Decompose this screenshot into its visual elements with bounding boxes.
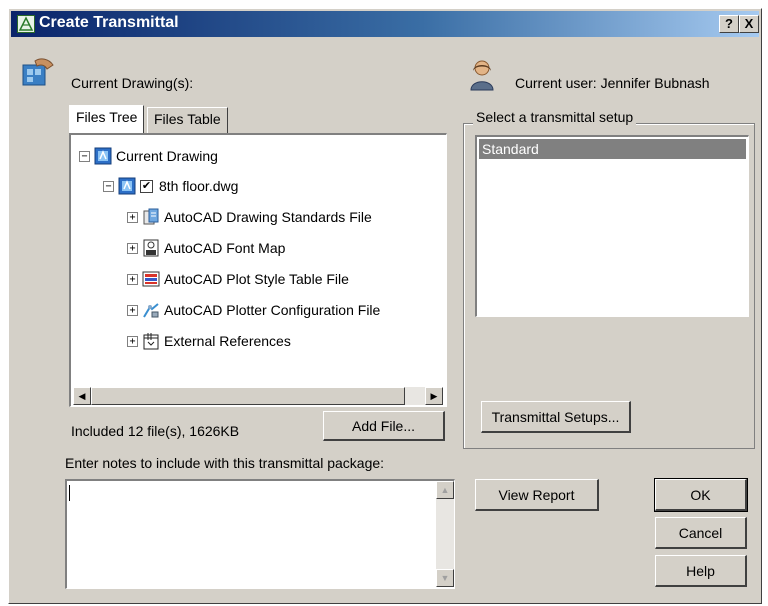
expand-icon[interactable]: + (127, 304, 138, 316)
collapse-icon[interactable]: − (103, 180, 114, 192)
tree-item-plotter-config[interactable]: + AutoCAD Plotter Configuration File (127, 299, 380, 321)
help-button[interactable]: Help (655, 555, 747, 587)
close-title-button[interactable]: X (739, 15, 759, 33)
tab-files-table[interactable]: Files Table (147, 107, 228, 133)
tree-item-current-drawing[interactable]: − Current Drawing (79, 145, 218, 167)
tree-label: External References (164, 333, 291, 349)
notes-vertical-scrollbar[interactable]: ▲ ▼ (436, 481, 454, 587)
scroll-thumb[interactable] (91, 387, 405, 405)
tree-label: 8th floor.dwg (159, 178, 239, 194)
scroll-up-arrow-icon[interactable]: ▲ (436, 481, 454, 499)
title-bar[interactable]: Create Transmittal ? X (11, 11, 759, 37)
window-title: Create Transmittal (39, 14, 179, 31)
font-map-icon (143, 239, 159, 257)
tree-label: AutoCAD Plot Style Table File (164, 271, 349, 287)
expand-icon[interactable]: + (127, 273, 138, 285)
files-tree-panel[interactable]: − Current Drawing − ✔ 8th floor.dwg + Au… (69, 133, 447, 407)
tree-item-drawing-standards[interactable]: + AutoCAD Drawing Standards File (127, 206, 372, 228)
add-file-button[interactable]: Add File... (323, 411, 445, 441)
tree-label: AutoCAD Drawing Standards File (164, 209, 372, 225)
expand-icon[interactable]: + (127, 335, 138, 347)
scroll-left-arrow-icon[interactable]: ◀ (73, 387, 91, 405)
include-checkbox[interactable]: ✔ (140, 179, 153, 193)
setup-list-item-standard[interactable]: Standard (479, 139, 746, 159)
dwg-file-icon (118, 177, 136, 195)
expand-icon[interactable]: + (127, 242, 138, 254)
tree-label: Current Drawing (116, 148, 218, 164)
tree-item-external-references[interactable]: + External References (127, 330, 291, 352)
standards-file-icon (143, 208, 159, 225)
tree-label: AutoCAD Plotter Configuration File (164, 302, 381, 318)
help-title-button[interactable]: ? (719, 15, 739, 33)
notes-textarea[interactable]: ▲ ▼ (65, 479, 455, 589)
current-user-label: Current user: Jennifer Bubnash (515, 75, 710, 91)
cancel-button[interactable]: Cancel (655, 517, 747, 549)
scroll-down-arrow-icon[interactable]: ▼ (436, 569, 454, 587)
drawing-sheet-icon (94, 147, 112, 165)
tree-item-8th-floor-dwg[interactable]: − ✔ 8th floor.dwg (103, 175, 238, 197)
transmittal-setups-button[interactable]: Transmittal Setups... (481, 401, 631, 433)
tab-files-tree[interactable]: Files Tree (69, 105, 145, 133)
create-transmittal-dialog: Create Transmittal ? X Current Drawing(s… (8, 8, 762, 604)
view-report-button[interactable]: View Report (475, 479, 599, 511)
expand-icon[interactable]: + (127, 211, 138, 223)
plot-style-icon (142, 271, 160, 287)
drawing-set-icon (21, 55, 55, 87)
tree-item-font-map[interactable]: + AutoCAD Font Map (127, 237, 285, 259)
tree-label: AutoCAD Font Map (164, 240, 286, 256)
current-drawings-label: Current Drawing(s): (71, 75, 194, 91)
horizontal-scrollbar[interactable]: ◀ ▶ (73, 387, 443, 405)
scroll-right-arrow-icon[interactable]: ▶ (425, 387, 443, 405)
ok-button[interactable]: OK (654, 478, 748, 512)
included-files-summary: Included 12 file(s), 1626KB (71, 423, 240, 439)
setup-group-label: Select a transmittal setup (473, 109, 637, 125)
plotter-config-icon (143, 303, 159, 318)
text-cursor (69, 485, 70, 501)
notes-label: Enter notes to include with this transmi… (65, 455, 385, 471)
autocad-app-icon (17, 15, 35, 33)
tree-item-plot-style[interactable]: + AutoCAD Plot Style Table File (127, 268, 349, 290)
user-icon (469, 59, 495, 91)
setup-list[interactable]: Standard (475, 135, 749, 317)
collapse-icon[interactable]: − (79, 150, 90, 162)
external-references-icon (143, 333, 159, 350)
